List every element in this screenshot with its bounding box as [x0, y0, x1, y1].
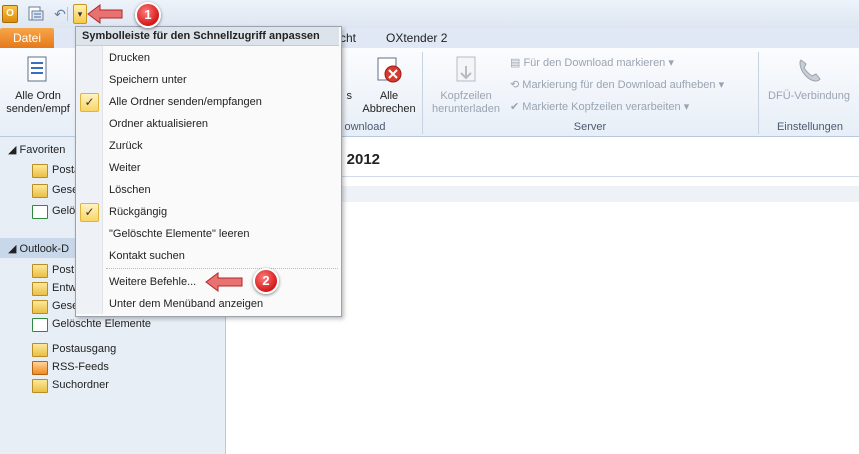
folder-item-outbox[interactable]: Postausgang: [52, 343, 116, 355]
download-headers-label-2: herunterladen: [432, 103, 500, 115]
folder-item-search[interactable]: Suchordner: [52, 379, 109, 391]
download-headers-label-1: Kopfzeilen: [440, 90, 492, 102]
folder-item-inbox[interactable]: Post: [52, 264, 74, 276]
chevron-down-icon: ▾: [718, 79, 725, 91]
menu-item-speichern-unter[interactable]: Speichern unter: [109, 74, 187, 86]
menu-item-unter-menueband[interactable]: Unter dem Menüband anzeigen: [109, 298, 263, 310]
inbox-icon: [32, 164, 48, 178]
outlook-data-header[interactable]: ◢ Outlook-D: [8, 242, 69, 255]
menu-icon-gutter: [76, 46, 103, 314]
tab-datei[interactable]: Datei: [0, 28, 54, 48]
rss-icon: [32, 361, 48, 375]
menu-item-rueckgaengig[interactable]: Rückgängig: [109, 206, 167, 218]
callout-arrow-1: [87, 4, 123, 24]
cancel-all-label-1: Alle: [379, 90, 399, 102]
chevron-down-icon: ▾: [668, 57, 674, 69]
title-bar: O ↶ ▾: [0, 0, 859, 29]
unmark-download-label: Markierung für den Download aufheben: [522, 79, 716, 91]
trash-icon: [32, 318, 48, 332]
quick-access-separator: [67, 7, 68, 21]
folder-item-rss[interactable]: RSS-Feeds: [52, 361, 109, 373]
sent-folder-icon: [32, 300, 48, 314]
send-receive-icon: [22, 54, 54, 86]
tab-ansicht[interactable]: cht: [340, 31, 356, 45]
tab-oxtender[interactable]: OXtender 2: [386, 31, 447, 45]
drafts-icon: [32, 282, 48, 296]
send-receive-all-label-2: senden/empf: [6, 103, 70, 115]
mark-download-item[interactable]: ▤ Für den Download markieren ▾: [510, 56, 674, 69]
process-marked-label: Markierte Kopfzeilen verarbeiten: [522, 101, 681, 113]
send-receive-all-label-1: Alle Ordn: [15, 90, 61, 102]
process-marked-icon: ✔: [510, 101, 523, 113]
mark-download-icon: ▤: [510, 57, 524, 69]
search-folder-icon: [32, 379, 48, 393]
menu-separator: [106, 268, 338, 269]
download-headers-icon: [450, 54, 482, 86]
mark-download-label: Für den Download markieren: [523, 57, 666, 69]
menu-item-geloeschte-leeren[interactable]: "Gelöschte Elemente" leeren: [109, 228, 250, 240]
outlook-data-label: Outlook-D: [19, 243, 70, 255]
group-label-settings: Einstellungen: [776, 121, 844, 133]
sent-folder-icon: [32, 184, 48, 198]
folder-item-drafts[interactable]: Entw: [52, 282, 76, 294]
menu-item-drucken[interactable]: Drucken: [109, 52, 150, 64]
ribbon-separator: [758, 52, 759, 134]
group-label-server: Server: [573, 121, 607, 133]
trash-icon: [32, 205, 48, 219]
menu-item-kontakt-suchen[interactable]: Kontakt suchen: [109, 250, 185, 262]
expand-icon: ◢: [8, 243, 20, 255]
download-headers-button[interactable]: Kopfzeilen herunterladen: [426, 54, 506, 116]
menu-item-weiter[interactable]: Weiter: [109, 162, 141, 174]
checkmark-icon: ✓: [80, 93, 99, 112]
process-marked-item[interactable]: ✔ Markierte Kopfzeilen verarbeiten ▾: [510, 100, 689, 113]
unmark-download-icon: ⟲: [510, 79, 523, 91]
cancel-all-icon: [373, 54, 405, 86]
callout-badge-1: 1: [135, 2, 161, 28]
callout-badge-2: 2: [253, 268, 279, 294]
menu-item-zurueck[interactable]: Zurück: [109, 140, 143, 152]
dialup-label: DFÜ-Verbindung: [768, 90, 850, 102]
ribbon-separator: [422, 52, 423, 134]
menu-item-ordner-aktualisieren[interactable]: Ordner aktualisieren: [109, 118, 208, 130]
unmark-download-item[interactable]: ⟲ Markierung für den Download aufheben ▾: [510, 78, 724, 91]
phone-icon: [793, 54, 825, 86]
cancel-all-label-2: Abbrechen: [362, 103, 416, 115]
menu-item-weitere-befehle[interactable]: Weitere Befehle...: [109, 276, 196, 288]
inbox-icon: [32, 264, 48, 278]
outlook-icon[interactable]: O: [2, 5, 18, 23]
favorites-label: Favoriten: [19, 144, 66, 156]
outbox-icon: [32, 343, 48, 357]
dialup-button[interactable]: DFÜ-Verbindung: [762, 54, 856, 103]
expand-icon: ◢: [8, 144, 20, 156]
send-receive-icon[interactable]: [27, 5, 45, 23]
send-receive-all-button[interactable]: Alle Ordn senden/empf: [4, 54, 72, 116]
cancel-all-button[interactable]: Alle Abbrechen: [360, 54, 418, 116]
menu-item-loeschen[interactable]: Löschen: [109, 184, 151, 196]
favorites-header[interactable]: ◢ Favoriten: [8, 143, 65, 156]
callout-arrow-2: [205, 272, 243, 292]
menu-title: Symbolleiste für den Schnellzugriff anpa…: [76, 27, 339, 46]
favorite-item-deleted[interactable]: Gelö: [52, 205, 75, 217]
customize-dropdown-icon[interactable]: ▾: [73, 4, 87, 24]
group-label-download: ownload: [344, 121, 386, 133]
checkmark-icon: ✓: [80, 203, 99, 222]
chevron-down-icon: ▾: [683, 101, 690, 113]
menu-item-alle-ordner-senden[interactable]: Alle Ordner senden/empfangen: [109, 96, 262, 108]
folder-item-deleted[interactable]: Gelöschte Elemente: [52, 318, 151, 330]
